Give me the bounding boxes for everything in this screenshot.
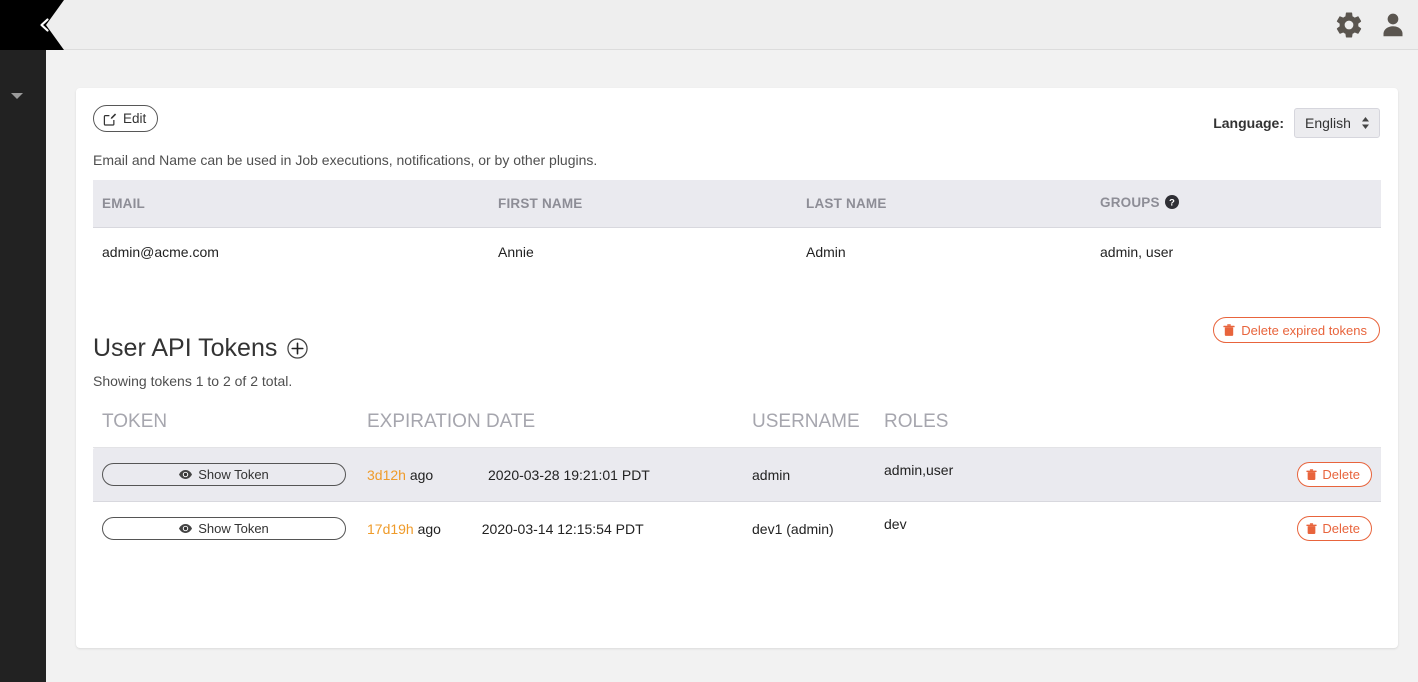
- cell-roles: dev Delete: [875, 501, 1381, 555]
- page-title: User API Tokens: [93, 333, 309, 363]
- cell-username: dev1 (admin): [743, 501, 875, 555]
- tokens-table-header-row: TOKEN EXPIRATION DATE USERNAME ROLES: [93, 411, 1381, 448]
- profile-card: Edit Language: English Email and Name ca…: [76, 88, 1398, 648]
- expiry-absolute-date: 2020-03-28 19:21:01 PDT: [487, 466, 650, 483]
- table-row: admin@acme.com Annie Admin admin, user: [93, 227, 1381, 276]
- cell-groups: admin, user: [1091, 227, 1381, 276]
- delete-token-button[interactable]: Delete: [1297, 516, 1372, 541]
- user-avatar-icon[interactable]: [1378, 10, 1408, 40]
- delete-expired-label: Delete expired tokens: [1241, 322, 1367, 338]
- column-header-last-name: LAST NAME: [797, 180, 1091, 228]
- column-header-token: TOKEN: [93, 411, 358, 448]
- show-token-label: Show Token: [198, 467, 269, 482]
- question-circle-icon[interactable]: ?: [1164, 195, 1179, 212]
- table-row: Show Token 17d19h ago 2020-03-14 12:15:5…: [93, 501, 1381, 555]
- profile-table: EMAIL FIRST NAME LAST NAME GROUPS? admin…: [93, 180, 1381, 276]
- language-selector: Language: English: [1213, 108, 1380, 138]
- trash-icon: [1223, 323, 1235, 336]
- column-header-expiration-date: EXPIRATION DATE: [358, 411, 743, 448]
- roles-value: dev: [884, 516, 907, 532]
- cell-last-name: Admin: [797, 227, 1091, 276]
- cell-expiration-date: 3d12h ago 2020-03-28 19:21:01 PDT: [358, 447, 743, 502]
- trash-icon: [1306, 468, 1318, 480]
- edit-button-label: Edit: [123, 111, 147, 126]
- column-header-email: EMAIL: [93, 180, 489, 228]
- profile-hint-text: Email and Name can be used in Job execut…: [93, 152, 598, 168]
- trash-icon: [1306, 522, 1318, 534]
- edit-button[interactable]: Edit: [93, 105, 159, 132]
- tokens-title-row: User API Tokens Delete expired tokens: [93, 313, 1380, 362]
- profile-toolbar: Edit Language: English: [76, 88, 1398, 148]
- delete-token-label: Delete: [1322, 467, 1360, 482]
- column-header-groups: GROUPS?: [1091, 180, 1381, 228]
- plus-circle-icon[interactable]: [287, 338, 309, 359]
- profile-table-header-row: EMAIL FIRST NAME LAST NAME GROUPS?: [93, 180, 1381, 228]
- expiry-ago-label: ago: [409, 466, 434, 483]
- language-label: Language:: [1213, 115, 1284, 131]
- show-token-label: Show Token: [198, 521, 269, 536]
- user-api-tokens-section: User API Tokens Delete expired tokens Sh…: [76, 313, 1398, 555]
- column-header-groups-label: GROUPS: [1100, 195, 1160, 210]
- delete-token-button[interactable]: Delete: [1297, 462, 1372, 487]
- expiry-ago-label: ago: [417, 520, 441, 537]
- cell-token: Show Token: [93, 501, 358, 555]
- expiry-absolute-date: 2020-03-14 12:15:54 PDT: [481, 520, 644, 537]
- eye-icon: [179, 524, 193, 533]
- cell-expiration-date: 17d19h ago 2020-03-14 12:15:54 PDT: [358, 501, 743, 555]
- expiry-relative: 3d12h: [367, 466, 406, 483]
- cell-first-name: Annie: [489, 227, 797, 276]
- tokens-count-text: Showing tokens 1 to 2 of 2 total.: [93, 373, 293, 389]
- column-header-first-name: FIRST NAME: [489, 180, 797, 228]
- delete-token-label: Delete: [1322, 521, 1360, 536]
- cell-username: admin: [743, 447, 875, 502]
- tokens-title-label: User API Tokens: [93, 333, 278, 362]
- caret-down-icon[interactable]: [11, 93, 23, 99]
- chevron-left-icon[interactable]: [36, 16, 54, 34]
- column-header-roles: ROLES: [875, 411, 1381, 448]
- expiry-relative: 17d19h: [367, 520, 414, 537]
- show-token-button[interactable]: Show Token: [102, 517, 346, 540]
- top-bar: [46, 0, 1418, 50]
- language-select[interactable]: English: [1294, 108, 1380, 138]
- column-header-username: USERNAME: [743, 411, 875, 448]
- delete-expired-tokens-button[interactable]: Delete expired tokens: [1213, 317, 1380, 343]
- show-token-button[interactable]: Show Token: [102, 463, 346, 486]
- eye-icon: [179, 470, 193, 479]
- gear-icon[interactable]: [1334, 10, 1364, 40]
- cell-email: admin@acme.com: [93, 227, 489, 276]
- svg-text:?: ?: [1169, 198, 1175, 209]
- tokens-table: TOKEN EXPIRATION DATE USERNAME ROLES Sho…: [93, 411, 1381, 555]
- table-row: Show Token 3d12h ago 2020-03-28 19:21:01…: [93, 447, 1381, 502]
- roles-value: admin,user: [884, 462, 954, 478]
- cell-token: Show Token: [93, 447, 358, 502]
- cell-roles: admin,user Delete: [875, 447, 1381, 502]
- edit-square-icon: [103, 112, 117, 126]
- sidebar: [0, 0, 64, 682]
- top-bar-icon-group: [1334, 0, 1408, 50]
